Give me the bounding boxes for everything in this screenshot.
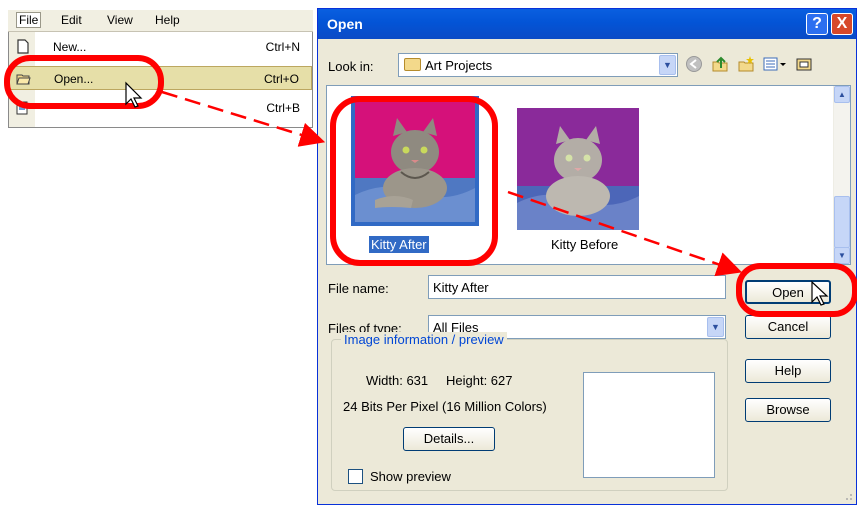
arrow-menu-to-file	[161, 90, 326, 147]
arrow-file-to-open	[507, 190, 743, 277]
annotation-overlay	[125, 81, 829, 306]
mouse-cursor-icon-2	[811, 280, 829, 306]
mouse-cursor-icon	[125, 81, 143, 108]
